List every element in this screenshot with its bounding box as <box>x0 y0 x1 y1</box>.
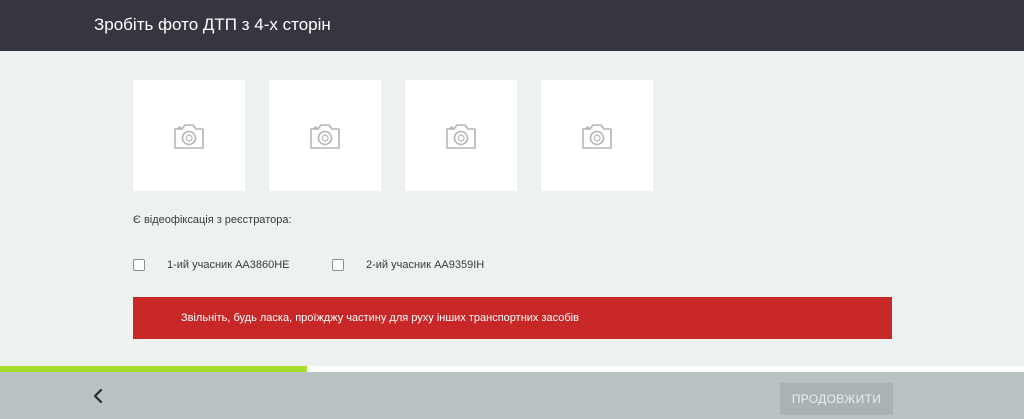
continue-button[interactable]: ПРОДОВЖИТИ <box>780 383 893 415</box>
camera-icon <box>310 123 340 149</box>
alert-text: Звільніть, будь ласка, проїжджу частину … <box>181 312 579 324</box>
participant-2-label: 2-ий учасник AA9359IH <box>366 259 484 271</box>
photo-slot-1[interactable] <box>133 80 245 191</box>
photo-slot-2[interactable] <box>269 80 381 191</box>
alert-banner: Звільніть, будь ласка, проїжджу частину … <box>133 297 892 339</box>
participant-1-role: 1-ий учасник <box>167 259 233 271</box>
participant-2-role: 2-ий учасник <box>366 259 432 271</box>
participant-1-checkbox[interactable] <box>133 259 145 271</box>
camera-icon <box>582 123 612 149</box>
participant-2-plate: AA9359IH <box>434 259 485 271</box>
participant-2-checkbox[interactable] <box>332 259 344 271</box>
photo-slot-3[interactable] <box>405 80 517 191</box>
back-button[interactable] <box>84 382 112 410</box>
header-bar: Зробіть фото ДТП з 4-х сторін <box>0 0 1024 51</box>
camera-icon <box>446 123 476 149</box>
photo-slot-4[interactable] <box>541 80 653 191</box>
participant-2-checkbox-row[interactable]: 2-ий учасник AA9359IH <box>332 257 484 273</box>
camera-icon <box>174 123 204 149</box>
participant-1-plate: AA3860HE <box>235 259 290 271</box>
participant-1-checkbox-row[interactable]: 1-ий учасник AA3860HE <box>133 257 290 273</box>
recorder-question: Є відеофіксація з реєстратора: <box>133 214 292 226</box>
chevron-left-icon <box>93 388 103 404</box>
page-title: Зробіть фото ДТП з 4-х сторін <box>94 15 331 34</box>
footer-bar: ПРОДОВЖИТИ <box>0 372 1024 419</box>
participant-1-label: 1-ий учасник AA3860HE <box>167 259 290 271</box>
